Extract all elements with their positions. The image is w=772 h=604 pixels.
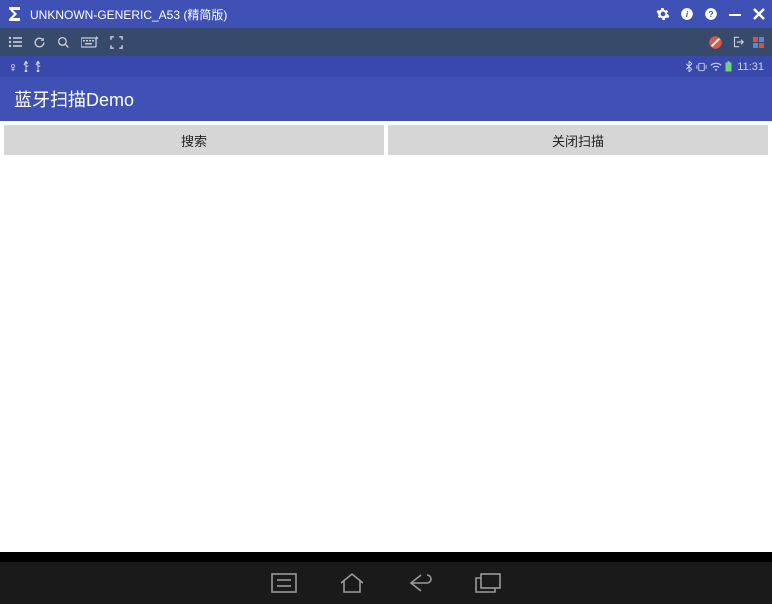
- device-screen: 11:31 蓝牙扫描Demo 搜索 关闭扫描: [0, 56, 772, 552]
- scan-result-list: [0, 155, 772, 552]
- close-icon[interactable]: [752, 7, 766, 21]
- exit-icon[interactable]: [731, 35, 745, 49]
- vibrate-icon: [696, 62, 707, 72]
- android-nav-bar: [0, 562, 772, 604]
- nav-back-icon[interactable]: [407, 572, 433, 594]
- svg-text:?: ?: [709, 10, 714, 19]
- status-usb-icon: [22, 61, 30, 72]
- android-status-bar: 11:31: [0, 56, 772, 77]
- info-icon[interactable]: i: [680, 7, 694, 21]
- status-usb-icon-2: [34, 61, 42, 72]
- grid-apps-icon[interactable]: [753, 37, 764, 48]
- search-button[interactable]: 搜索: [4, 125, 384, 155]
- list-icon[interactable]: [8, 36, 22, 48]
- battery-icon: [725, 61, 732, 72]
- nav-menu-icon[interactable]: [271, 573, 297, 593]
- wifi-icon: [710, 62, 722, 72]
- refresh-icon[interactable]: [33, 36, 46, 49]
- help-icon[interactable]: ?: [704, 7, 718, 21]
- status-time: 11:31: [737, 61, 764, 73]
- fullscreen-icon[interactable]: [110, 36, 123, 49]
- title-actions: i ?: [656, 7, 766, 21]
- nav-home-icon[interactable]: [339, 572, 365, 594]
- settings-icon[interactable]: [656, 7, 670, 21]
- keyboard-icon[interactable]: [81, 36, 99, 48]
- bluetooth-icon: [685, 61, 693, 72]
- app-bar: 蓝牙扫描Demo: [0, 77, 772, 121]
- app-title: 蓝牙扫描Demo: [14, 86, 134, 112]
- status-network-icon: [8, 62, 18, 72]
- block-icon[interactable]: [708, 35, 723, 50]
- minimize-icon[interactable]: [728, 7, 742, 21]
- app-logo-sigma-icon: [6, 5, 26, 23]
- zoom-icon[interactable]: [57, 36, 70, 49]
- button-row: 搜索 关闭扫描: [0, 121, 772, 155]
- nav-recent-icon[interactable]: [475, 573, 501, 593]
- close-scan-button[interactable]: 关闭扫描: [388, 125, 768, 155]
- window-titlebar: UNKNOWN-GENERIC_A53 (精简版) i ?: [0, 0, 772, 28]
- window-title: UNKNOWN-GENERIC_A53 (精简版): [30, 6, 656, 23]
- emulator-toolbar: [0, 28, 772, 56]
